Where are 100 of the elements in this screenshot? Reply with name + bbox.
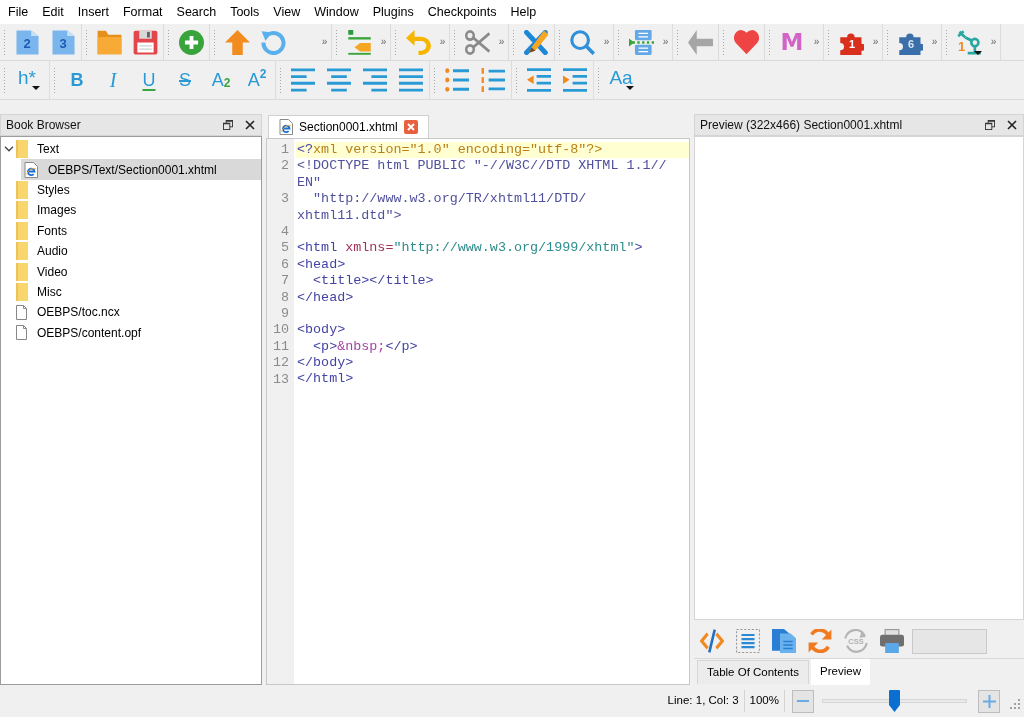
align-center-icon bbox=[327, 68, 351, 92]
strikethrough-button[interactable]: S bbox=[167, 63, 203, 97]
grip-icon[interactable] bbox=[85, 29, 88, 55]
overflow-button[interactable]: » bbox=[600, 32, 613, 52]
toolbar-button[interactable]: 3 bbox=[45, 25, 81, 59]
file-tab[interactable]: Section0001.xhtml bbox=[268, 115, 429, 138]
heart-icon bbox=[733, 29, 759, 55]
restore-icon[interactable] bbox=[223, 120, 233, 130]
overflow-button[interactable]: » bbox=[869, 32, 882, 52]
code-line: <p>&nbsp;</p> bbox=[312, 338, 418, 356]
size-grip-icon[interactable] bbox=[1010, 699, 1020, 709]
grip-icon[interactable] bbox=[433, 67, 436, 93]
folder-icon bbox=[96, 29, 122, 55]
menu-item[interactable]: Window bbox=[307, 2, 366, 22]
overflow-button[interactable]: » bbox=[659, 32, 672, 52]
cursor-position: Line: 1, Col: 3 bbox=[666, 693, 740, 709]
restore-icon[interactable] bbox=[985, 120, 995, 130]
toolbar-button[interactable]: M bbox=[774, 25, 810, 59]
tree-item[interactable]: Styles bbox=[16, 179, 74, 201]
left-arrow-icon bbox=[687, 29, 713, 55]
folder-icon bbox=[16, 140, 28, 159]
input-field[interactable] bbox=[912, 628, 987, 654]
overflow-button[interactable]: » bbox=[928, 32, 941, 52]
grip-icon[interactable] bbox=[53, 67, 56, 93]
dock-tab[interactable]: Preview bbox=[811, 659, 870, 685]
code-line: <html xmlns="http://www.w3.org/1999/xhtml"> bbox=[296, 240, 643, 257]
list-box-icon bbox=[736, 629, 760, 653]
panel-title: Preview (322x466) Section0001.xhtml bbox=[700, 117, 903, 134]
grip-icon[interactable] bbox=[394, 29, 397, 55]
folder-icon bbox=[16, 262, 28, 281]
grip-icon[interactable] bbox=[335, 29, 338, 55]
justify-icon bbox=[399, 68, 423, 92]
overflow-button[interactable]: » bbox=[377, 32, 390, 52]
grip-icon[interactable] bbox=[279, 67, 282, 93]
code-line: xhtml11.dtd"> bbox=[296, 207, 402, 224]
grip-icon[interactable] bbox=[945, 29, 948, 55]
pencil-line-icon bbox=[346, 29, 372, 55]
zoom-out-button[interactable] bbox=[792, 689, 814, 713]
web-page-icon bbox=[279, 119, 293, 135]
tree-item[interactable]: Audio bbox=[16, 240, 72, 262]
tree-item[interactable]: OEBPS/content.opf bbox=[16, 322, 146, 343]
tree-item[interactable]: Misc bbox=[16, 281, 66, 303]
tree-item[interactable]: Text bbox=[16, 139, 63, 160]
numbered-list-icon bbox=[481, 68, 505, 92]
overflow-button[interactable]: » bbox=[810, 32, 823, 52]
line-number: 5 bbox=[279, 240, 290, 257]
close-icon[interactable] bbox=[1007, 120, 1017, 130]
menu-item[interactable]: Insert bbox=[70, 2, 116, 22]
line-number: 1 bbox=[279, 142, 290, 159]
grip-icon[interactable] bbox=[597, 67, 600, 93]
slider-thumb[interactable] bbox=[889, 690, 900, 712]
grip-icon[interactable] bbox=[886, 29, 889, 55]
menu-item[interactable]: Search bbox=[169, 2, 224, 22]
zoom-in-button[interactable] bbox=[978, 689, 1000, 713]
grip-icon[interactable] bbox=[213, 29, 216, 55]
toolbar-button[interactable]: 1 bbox=[833, 25, 869, 59]
grip-icon[interactable] bbox=[558, 29, 561, 55]
tree-item[interactable]: Images bbox=[16, 200, 81, 221]
grip-icon[interactable] bbox=[3, 29, 6, 55]
menu-item[interactable]: Plugins bbox=[365, 2, 421, 22]
grip-icon[interactable] bbox=[827, 29, 830, 55]
grip-icon[interactable] bbox=[512, 29, 515, 55]
printer-icon bbox=[880, 629, 904, 653]
menu-item[interactable]: View bbox=[266, 2, 308, 22]
line-number: 6 bbox=[279, 256, 290, 274]
toolbar-button[interactable]: 2 bbox=[9, 25, 45, 59]
align-right-icon bbox=[363, 68, 387, 92]
subscript-button[interactable]: A$_{2}$ bbox=[203, 63, 239, 97]
overflow-button[interactable]: » bbox=[318, 32, 331, 52]
menu-item[interactable]: Help bbox=[503, 2, 544, 22]
grip-icon[interactable] bbox=[676, 29, 679, 55]
folder-icon bbox=[16, 221, 28, 240]
grip-icon[interactable] bbox=[3, 67, 6, 93]
plus-circle-icon bbox=[178, 29, 204, 55]
menu-item[interactable]: Checkpoints bbox=[420, 2, 504, 22]
tree-item[interactable]: Video bbox=[16, 261, 72, 282]
menu-item[interactable]: Format bbox=[115, 2, 170, 22]
line-number: 10 bbox=[271, 322, 290, 339]
chevron-down-icon[interactable] bbox=[4, 146, 14, 153]
tree-item[interactable]: Fonts bbox=[16, 220, 71, 241]
toolbar-button[interactable]: 6 bbox=[892, 25, 928, 59]
overflow-button[interactable]: » bbox=[987, 32, 1000, 52]
tree-item[interactable]: OEBPS/Text/Section0001.xhtml bbox=[21, 159, 261, 180]
folder-icon bbox=[16, 282, 28, 301]
code-line: </html> bbox=[296, 371, 354, 388]
grip-icon[interactable] bbox=[722, 29, 725, 55]
overflow-button[interactable]: » bbox=[436, 32, 449, 52]
line-number: 13 bbox=[271, 371, 290, 388]
dock-tab[interactable]: Table Of Contents bbox=[697, 660, 810, 684]
grip-icon[interactable] bbox=[515, 67, 518, 93]
grip-icon[interactable] bbox=[617, 29, 620, 55]
overflow-button[interactable]: » bbox=[495, 32, 508, 52]
close-icon[interactable] bbox=[245, 120, 255, 130]
grip-icon[interactable] bbox=[453, 29, 456, 55]
grip-icon[interactable] bbox=[167, 29, 170, 55]
menu-item[interactable]: Tools bbox=[223, 2, 267, 22]
menu-item[interactable]: File bbox=[1, 2, 36, 22]
grip-icon[interactable] bbox=[768, 29, 771, 55]
tree-item[interactable]: OEBPS/toc.ncx bbox=[16, 302, 124, 323]
menu-item[interactable]: Edit bbox=[35, 2, 71, 22]
